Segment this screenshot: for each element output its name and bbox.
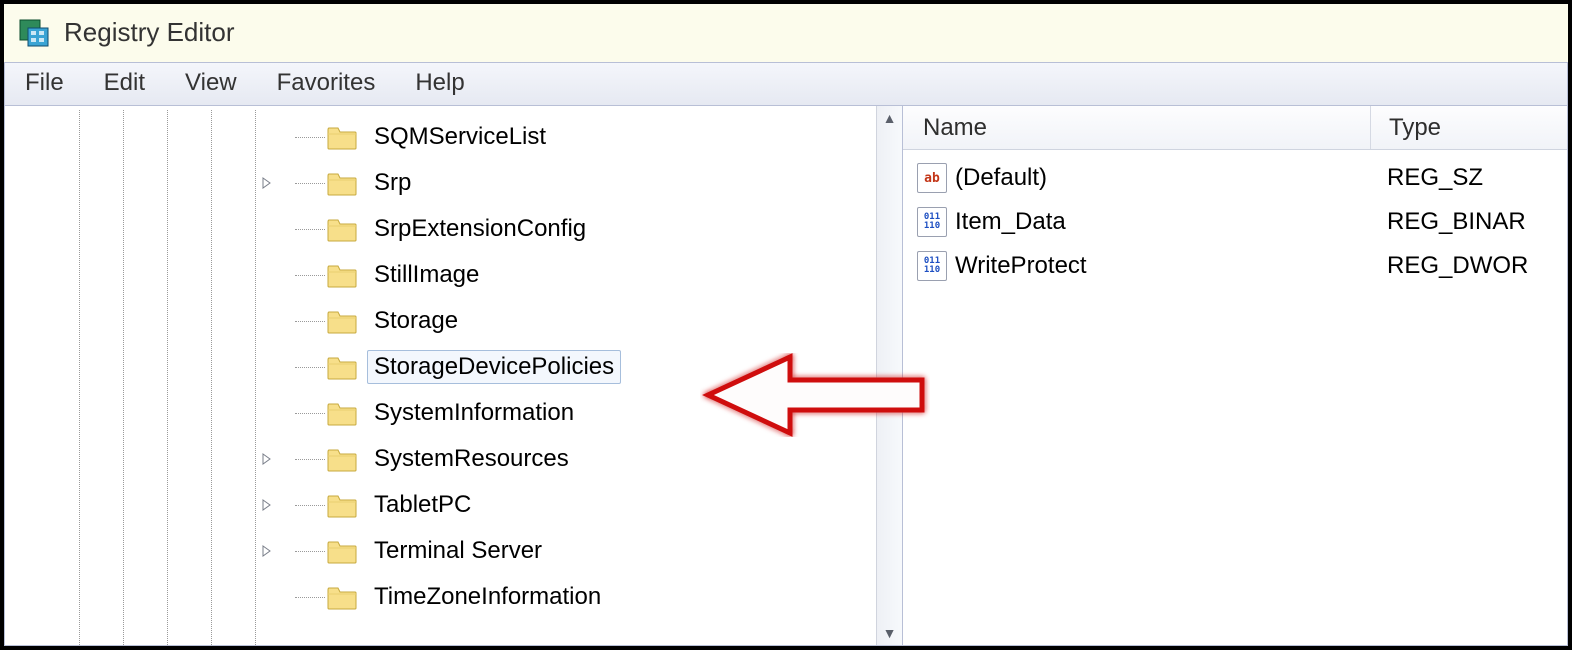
main-area: SQMServiceList Srp SrpExtensionConfig St… [4,106,1568,646]
scroll-up-icon[interactable]: ▲ [877,106,902,130]
binary-value-icon: 011110 [917,207,947,237]
scroll-down-icon[interactable]: ▼ [877,621,902,645]
value-type: REG_BINAR [1369,208,1567,236]
tree-item[interactable]: Srp [255,160,621,206]
tree-pane: SQMServiceList Srp SrpExtensionConfig St… [5,106,903,645]
tree-scrollbar[interactable]: ▲ ▼ [876,106,902,645]
chevron-right-icon [261,453,273,465]
value-row[interactable]: 011110 WriteProtectREG_DWOR [903,244,1567,288]
tree-item[interactable]: TimeZoneInformation [255,574,621,620]
menu-file[interactable]: File [19,67,70,99]
folder-icon [327,262,357,288]
value-name: WriteProtect [955,252,1369,280]
tree-item-label: TabletPC [367,488,478,522]
tree-item[interactable]: Storage [255,298,621,344]
tree-item-label: SystemResources [367,442,576,476]
window-title: Registry Editor [64,17,235,48]
list-header[interactable]: Name Type [903,106,1567,150]
folder-icon [327,492,357,518]
app-icon [18,16,50,48]
folder-icon [327,446,357,472]
menu-bar: File Edit View Favorites Help [4,62,1568,106]
tree-item[interactable]: StorageDevicePolicies [255,344,621,390]
value-type: REG_DWOR [1369,252,1567,280]
tree-item[interactable]: SystemInformation [255,390,621,436]
tree-item[interactable]: SQMServiceList [255,114,621,160]
tree-item-label: SystemInformation [367,396,581,430]
menu-view[interactable]: View [179,67,243,99]
chevron-right-icon [261,177,273,189]
tree-item-label: StillImage [367,258,486,292]
tree-item[interactable]: SrpExtensionConfig [255,206,621,252]
value-type: REG_SZ [1369,164,1567,192]
value-name: Item_Data [955,208,1369,236]
tree-expander[interactable] [255,545,295,557]
tree-expander[interactable] [255,499,295,511]
tree-item[interactable]: Terminal Server [255,528,621,574]
folder-icon [327,308,357,334]
chevron-right-icon [261,545,273,557]
chevron-right-icon [261,499,273,511]
value-row[interactable]: 011110 Item_DataREG_BINAR [903,200,1567,244]
menu-favorites[interactable]: Favorites [271,67,382,99]
tree-item-label: TimeZoneInformation [367,580,608,614]
folder-icon [327,170,357,196]
column-type[interactable]: Type [1371,106,1567,149]
folder-icon [327,538,357,564]
folder-icon [327,400,357,426]
tree-expander[interactable] [255,453,295,465]
tree-item-label: Terminal Server [367,534,549,568]
value-row[interactable]: ab (Default)REG_SZ [903,156,1567,200]
tree-item[interactable]: SystemResources [255,436,621,482]
tree-item[interactable]: StillImage [255,252,621,298]
tree-item-label: SrpExtensionConfig [367,212,593,246]
tree-item-label: Srp [367,166,418,200]
folder-icon [327,354,357,380]
column-name[interactable]: Name [903,106,1371,149]
tree-expander[interactable] [255,177,295,189]
title-bar: Registry Editor [4,4,1568,62]
menu-help[interactable]: Help [409,67,470,99]
folder-icon [327,216,357,242]
tree-item-label: Storage [367,304,465,338]
values-pane: Name Type ab (Default)REG_SZ 011110 Item_Da… [903,106,1567,645]
folder-icon [327,584,357,610]
folder-icon [327,124,357,150]
binary-value-icon: 011110 [917,251,947,281]
value-name: (Default) [955,164,1369,192]
tree-item[interactable]: TabletPC [255,482,621,528]
registry-tree[interactable]: SQMServiceList Srp SrpExtensionConfig St… [5,110,876,645]
tree-item-label: SQMServiceList [367,120,553,154]
tree-item-label: StorageDevicePolicies [367,350,621,384]
menu-edit[interactable]: Edit [98,67,151,99]
values-list[interactable]: ab (Default)REG_SZ 011110 Item_DataREG_BINA… [903,150,1567,288]
string-value-icon: ab [917,163,947,193]
